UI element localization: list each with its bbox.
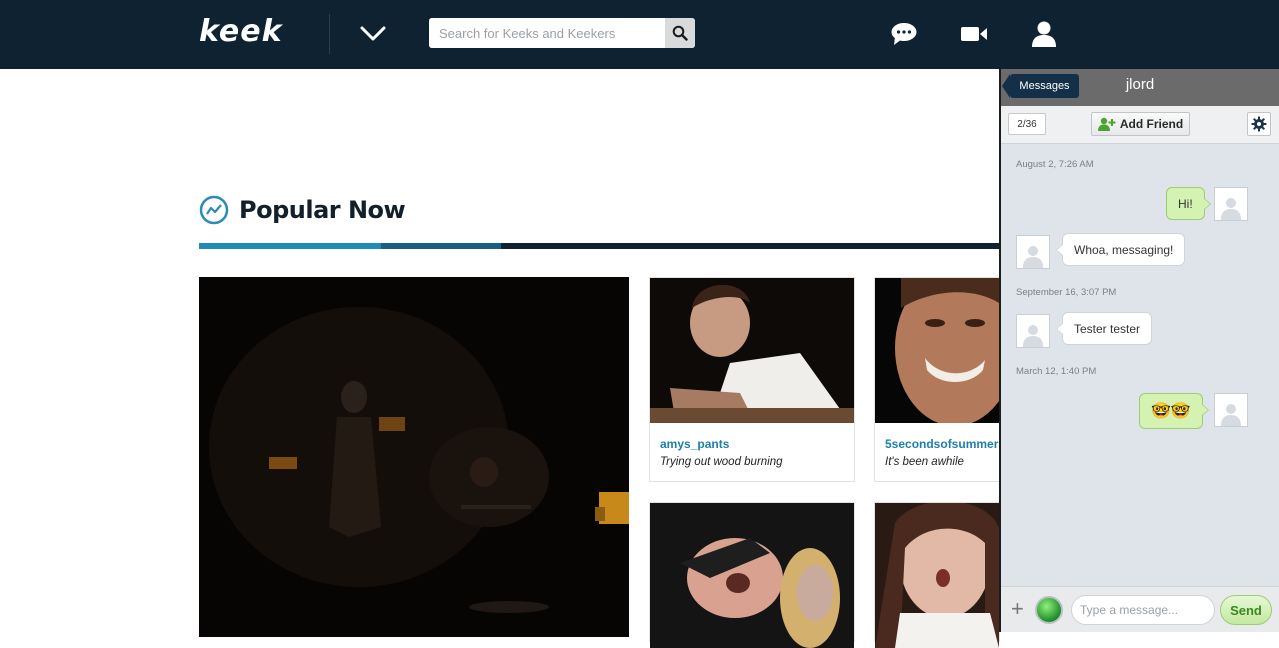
chat-contact-name: jlord [1125,76,1155,93]
chat-panel: Messages jlord 2/36 Add Friend August 2,… [999,69,1279,632]
message-bubble-incoming: Tester tester [1055,312,1153,345]
message-input[interactable] [1071,595,1215,625]
message-bubble-incoming: Whoa, messaging! [1055,233,1186,266]
nav-divider [329,14,330,54]
page-title: Popular Now [239,196,406,224]
chat-bubble-icon[interactable] [889,20,919,48]
video-thumbnail[interactable] [650,278,854,423]
featured-video-thumbnail[interactable] [199,277,629,637]
video-card[interactable] [874,502,1000,648]
section-divider [199,243,999,249]
avatar[interactable] [1214,187,1248,221]
chat-header: Messages jlord [1001,69,1279,106]
search-icon [672,25,688,41]
settings-button[interactable] [1247,112,1271,136]
user-icon[interactable] [1029,20,1059,48]
video-thumbnail[interactable] [650,503,854,648]
card-caption: Trying out wood burning [660,456,783,468]
message-timestamp: August 2, 7:26 AM [1016,159,1094,170]
chat-toolbar: 2/36 Add Friend [1001,106,1279,144]
search-input[interactable] [429,18,665,48]
message-bubble-outgoing: Hi! [1166,187,1211,220]
plus-icon[interactable]: + [1011,598,1024,620]
video-thumbnail[interactable] [875,278,999,423]
video-card[interactable]: 5secondsofsummer It's been awhile [874,277,1000,482]
send-button[interactable]: Send [1220,595,1272,625]
top-navigation-bar: keek [0,0,1279,69]
gear-icon [1251,116,1267,132]
add-friend-label: Add Friend [1119,117,1184,131]
search-button[interactable] [665,18,695,48]
chat-compose-bar: + Send [1001,586,1279,632]
card-caption: It's been awhile [885,456,964,468]
chevron-down-icon[interactable] [358,20,388,46]
message-bubble-outgoing: 🤓🤓 [1139,393,1209,429]
message-timestamp: September 16, 3:07 PM [1016,287,1117,298]
video-thumbnail[interactable] [875,503,999,648]
video-card[interactable] [649,502,855,648]
trending-icon [199,195,229,225]
video-card[interactable]: amys_pants Trying out wood burning [649,277,855,482]
avatar[interactable] [1214,393,1248,427]
card-username[interactable]: 5secondsofsummer [885,437,998,451]
avatar[interactable] [1016,235,1050,269]
avatar[interactable] [1016,314,1050,348]
emoji-picker-button[interactable] [1035,596,1063,624]
keek-logo[interactable]: keek [199,14,283,49]
card-username[interactable]: amys_pants [660,437,729,451]
message-counter: 2/36 [1008,113,1046,135]
add-friend-button[interactable]: Add Friend [1091,112,1190,136]
add-user-icon [1097,117,1116,131]
search-box [429,18,695,48]
video-camera-icon[interactable] [959,20,989,48]
message-timestamp: March 12, 1:40 PM [1016,366,1097,377]
